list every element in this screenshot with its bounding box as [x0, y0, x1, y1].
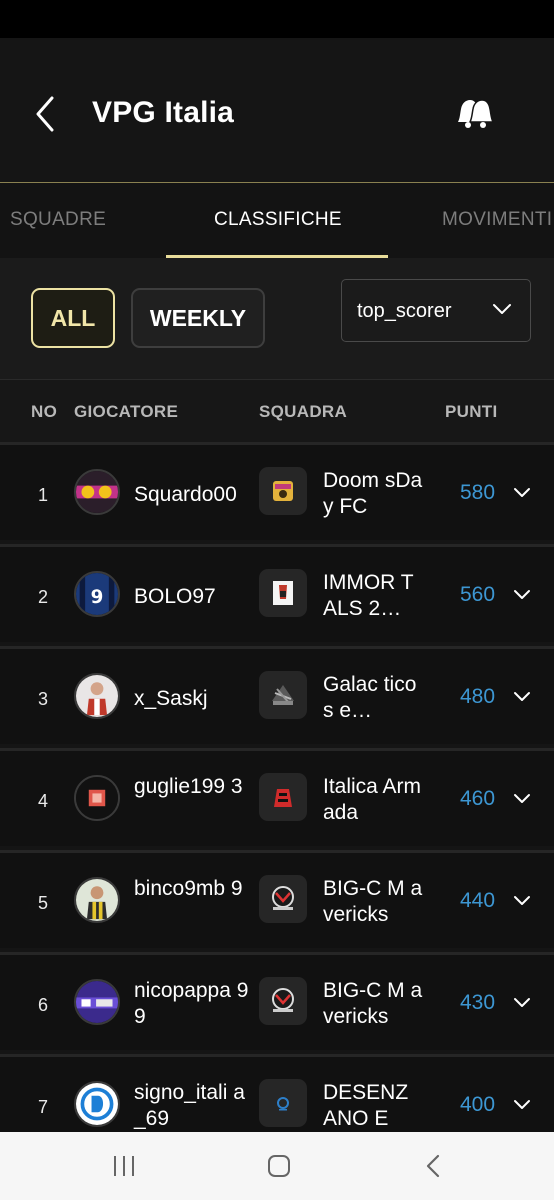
chevron-down-icon[interactable]	[513, 691, 531, 703]
points: 560	[460, 583, 496, 606]
column-header-points: PUNTI	[445, 402, 498, 421]
player-avatar	[74, 775, 120, 821]
page-title: VPG Italia	[92, 96, 235, 129]
column-header-team: SQUADRA	[259, 402, 348, 421]
table-row[interactable]: 5 binco9mb 9 BIG-C M avericks 440	[0, 850, 554, 948]
chevron-down-icon[interactable]	[513, 487, 531, 499]
rank: 6	[38, 995, 49, 1015]
ranking-list: 1 Squardo00 Doom sDay FC 580 2 9 BOLO97 …	[0, 442, 554, 1132]
rank: 3	[38, 689, 49, 709]
tab-classifiche[interactable]: CLASSIFICHE	[214, 209, 342, 231]
team-name: Doom sDay FC	[323, 469, 423, 518]
team-logo	[259, 977, 307, 1025]
table-header: NO GIOCATORE SQUADRA PUNTI	[0, 380, 554, 442]
team-logo	[259, 569, 307, 617]
points: 460	[460, 787, 496, 810]
player-name: guglie199 3	[134, 775, 243, 798]
column-header-no: NO	[31, 402, 58, 421]
rank: 4	[38, 791, 49, 811]
team-logo	[259, 671, 307, 719]
table-row[interactable]: 2 9 BOLO97 IMMOR TALS 2… 560	[0, 544, 554, 642]
column-header-player: GIOCATORE	[74, 402, 179, 421]
filter-bar: ALL WEEKLY top_scorer	[0, 258, 554, 380]
player-avatar	[74, 877, 120, 923]
player-name: binco9mb 9	[134, 877, 243, 900]
player-avatar	[74, 673, 120, 719]
team-logo	[259, 1079, 307, 1127]
tab-bar: SQUADRE CLASSIFICHE MOVIMENTI	[0, 182, 554, 258]
team-name: Galac ticos e…	[323, 673, 417, 722]
team-logo	[259, 875, 307, 923]
table-row[interactable]: 3 x_Saskj Galac ticos e… 480	[0, 646, 554, 744]
notifications-button[interactable]	[450, 92, 500, 136]
recent-apps-button[interactable]	[106, 1152, 142, 1180]
team-name: IMMOR TALS 2…	[323, 571, 414, 620]
team-name: DESENZ ANO ES…	[323, 1081, 409, 1130]
player-avatar	[74, 1081, 120, 1127]
rank: 2	[38, 587, 49, 607]
player-name: BOLO97	[134, 585, 216, 608]
system-nav-bar	[0, 1132, 554, 1200]
player-avatar	[74, 469, 120, 515]
chevron-down-icon[interactable]	[513, 793, 531, 805]
team-name: BIG-C M avericks	[323, 877, 423, 926]
ranking-type-value: top_scorer	[357, 300, 452, 322]
player-avatar	[74, 979, 120, 1025]
home-button[interactable]	[261, 1152, 297, 1180]
bells-icon	[458, 99, 495, 128]
chevron-down-icon	[493, 304, 511, 314]
points: 430	[460, 991, 496, 1014]
points: 580	[460, 481, 496, 504]
team-logo	[259, 467, 307, 515]
points: 440	[460, 889, 496, 912]
team-name: BIG-C M avericks	[323, 979, 423, 1028]
home-icon	[268, 1155, 290, 1177]
back-icon	[426, 1154, 440, 1178]
table-row[interactable]: 6 nicopappa 99 BIG-C M avericks 430	[0, 952, 554, 1050]
filter-weekly-button[interactable]: WEEKLY	[131, 288, 265, 348]
rank: 7	[38, 1097, 49, 1117]
points: 400	[460, 1093, 496, 1116]
chevron-left-icon	[36, 96, 54, 132]
tab-movimenti[interactable]: MOVIMENTI	[442, 209, 552, 231]
back-button[interactable]	[28, 94, 64, 134]
chevron-down-icon[interactable]	[513, 997, 531, 1009]
rank: 1	[38, 485, 49, 505]
chevron-down-icon[interactable]	[513, 895, 531, 907]
team-logo	[259, 773, 307, 821]
chevron-down-icon[interactable]	[513, 1099, 531, 1111]
player-name: Squardo00	[134, 483, 237, 506]
table-row[interactable]: 7 signo_itali a_69 DESENZ ANO ES… 400	[0, 1054, 554, 1132]
tab-squadre[interactable]: SQUADRE	[10, 209, 106, 231]
points: 480	[460, 685, 496, 708]
status-bar	[0, 0, 554, 38]
table-row[interactable]: 4 guglie199 3 Italica Armada 460	[0, 748, 554, 846]
team-name: Italica Armada	[323, 775, 422, 824]
player-name: x_Saskj	[134, 687, 208, 710]
filter-all-button[interactable]: ALL	[31, 288, 115, 348]
ranking-type-select[interactable]: top_scorer	[341, 279, 531, 342]
chevron-down-icon[interactable]	[513, 589, 531, 601]
player-name: signo_itali a_69	[134, 1081, 245, 1130]
rank: 5	[38, 893, 49, 913]
player-name: nicopappa 99	[134, 979, 249, 1028]
app-header: VPG Italia	[0, 38, 554, 182]
table-row[interactable]: 1 Squardo00 Doom sDay FC 580	[0, 442, 554, 540]
system-back-button[interactable]	[416, 1152, 452, 1180]
player-avatar: 9	[74, 571, 120, 617]
recent-apps-icon	[114, 1156, 134, 1176]
svg-text:9: 9	[91, 587, 104, 608]
